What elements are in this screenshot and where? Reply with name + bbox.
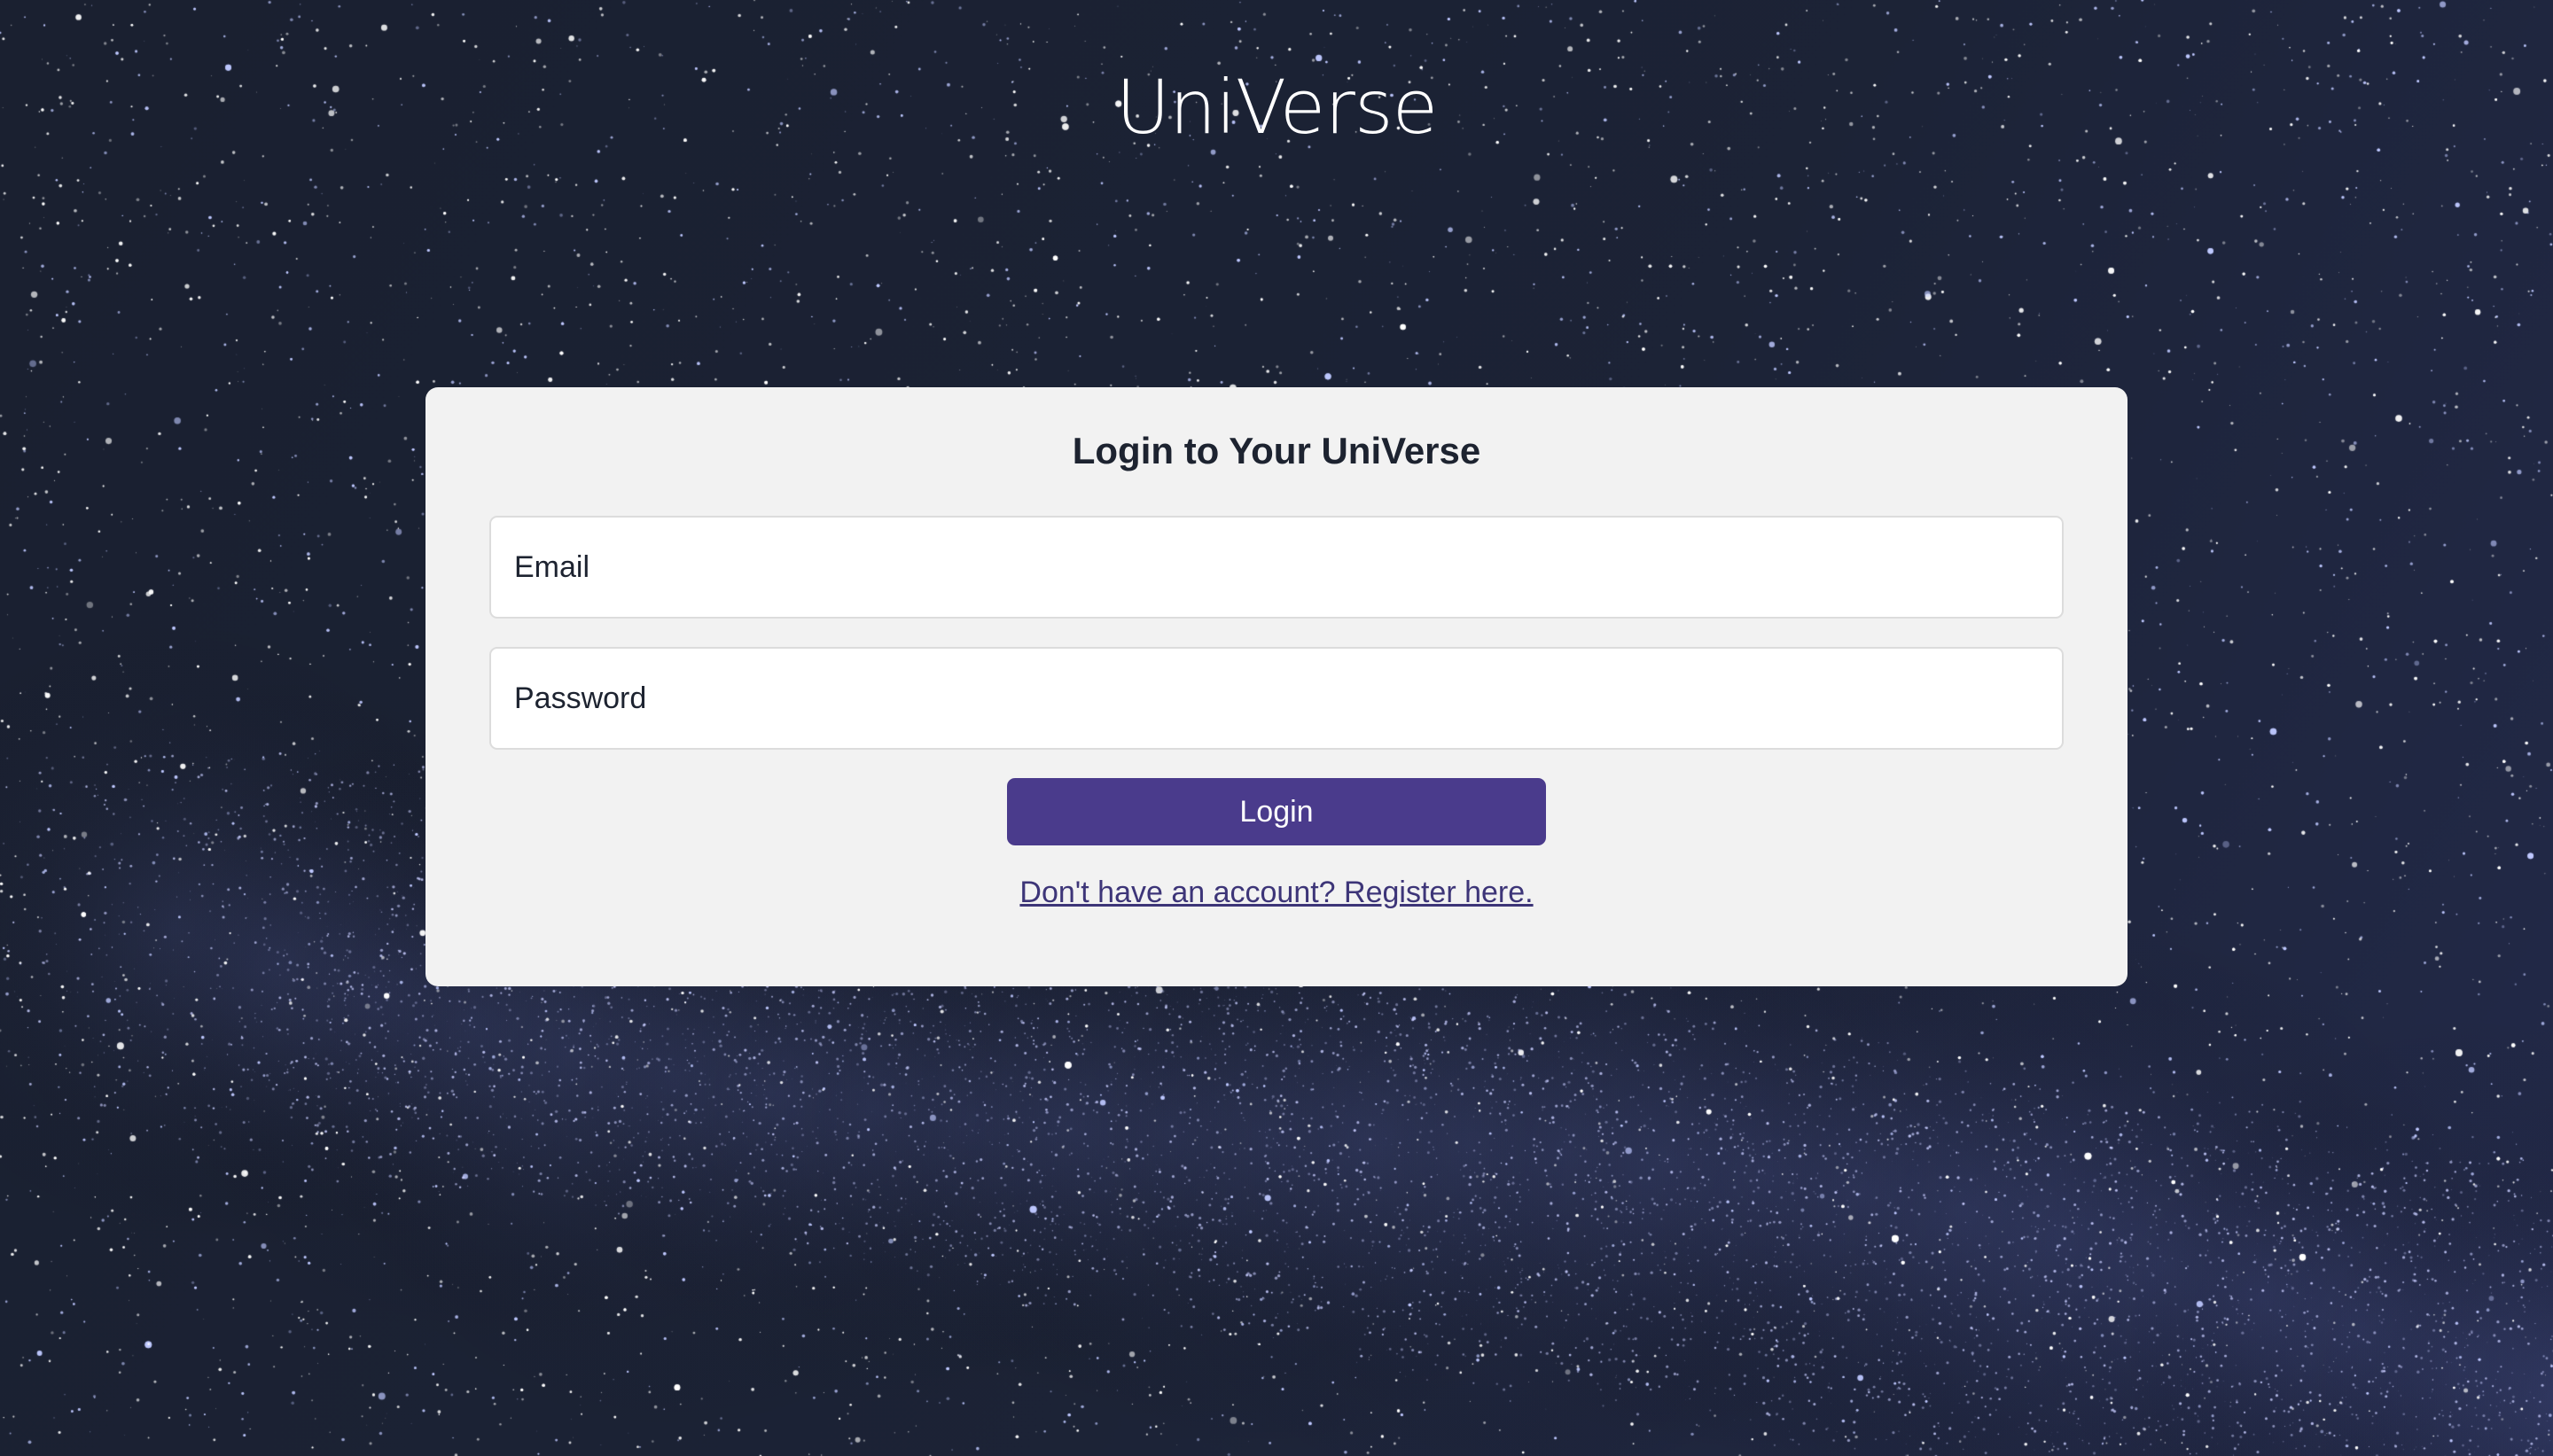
register-link[interactable]: Don't have an account? Register here. xyxy=(1019,876,1533,909)
email-field[interactable] xyxy=(489,516,2064,619)
login-button[interactable]: Login xyxy=(1007,778,1546,845)
login-card: Login to Your UniVerse Login Don't have … xyxy=(426,387,2128,986)
login-card-title: Login to Your UniVerse xyxy=(426,426,2128,476)
app-brand-title: UniVerse xyxy=(0,58,2553,156)
login-page: UniVerse Login to Your UniVerse Login Do… xyxy=(0,0,2553,1456)
register-link-container: Don't have an account? Register here. xyxy=(426,873,2128,912)
password-field[interactable] xyxy=(489,647,2064,750)
